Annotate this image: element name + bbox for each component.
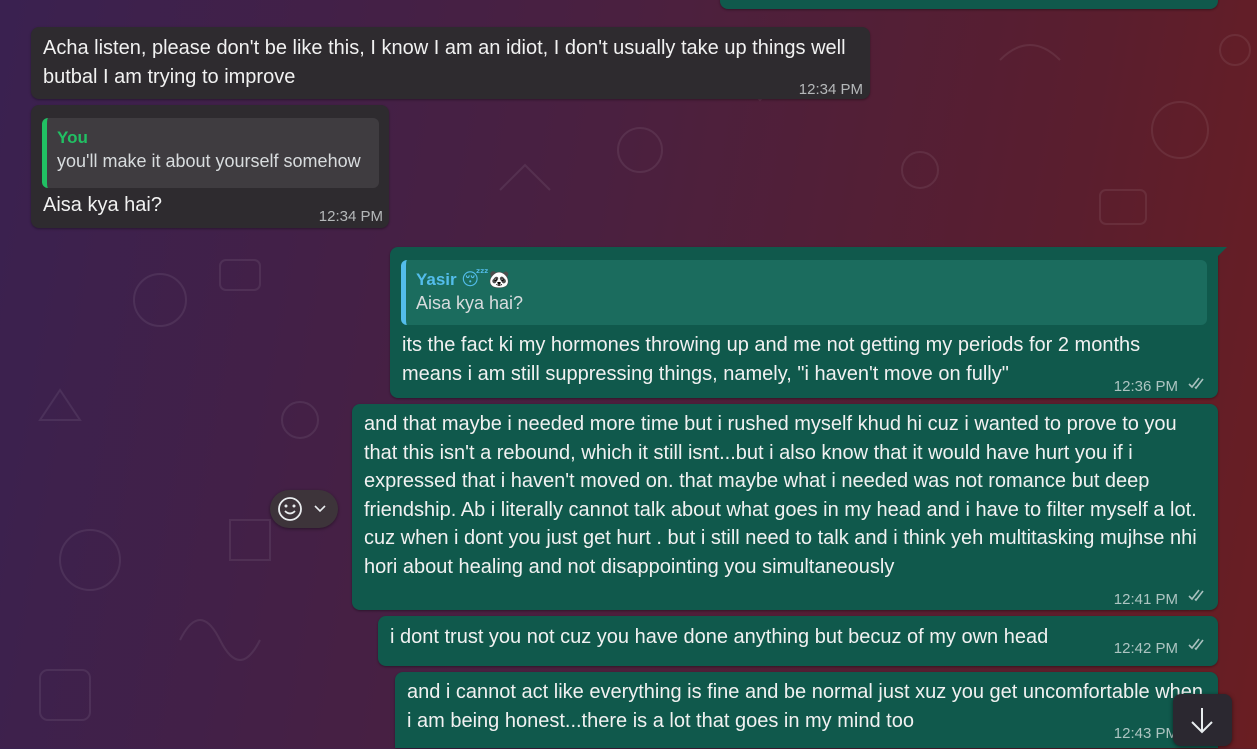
message-text: and that maybe i needed more time but i … xyxy=(364,413,1197,578)
message-time: 12:36 PM xyxy=(1113,378,1178,395)
message-bubble[interactable]: and that maybe i needed more time but i … xyxy=(352,404,1218,610)
message-text: i dont trust you not cuz you have done a… xyxy=(390,626,1049,648)
quoted-message[interactable]: You you'll make it about yourself someho… xyxy=(42,118,379,188)
scroll-to-bottom-button[interactable] xyxy=(1173,694,1232,746)
quoted-message[interactable]: Yasir 😴🐼 Aisa kya hai? xyxy=(401,260,1207,325)
message-bubble[interactable]: i dont trust you not cuz you have done a… xyxy=(378,616,1218,666)
message-time: 12:43 PM xyxy=(1113,725,1178,742)
double-check-icon xyxy=(1188,589,1204,602)
message-time: 12:42 PM xyxy=(1113,640,1178,657)
quote-text: you'll make it about yourself somehow xyxy=(57,151,361,171)
message-text: Aisa kya hai? xyxy=(43,194,162,216)
message-bubble[interactable]: and i cannot act like everything is fine… xyxy=(395,672,1218,748)
quote-text: Aisa kya hai? xyxy=(416,293,524,313)
message-text: and i cannot act like everything is fine… xyxy=(407,681,1204,732)
message-bubble[interactable]: You you'll make it about yourself someho… xyxy=(31,105,389,228)
message-bubble-partial[interactable] xyxy=(720,0,1218,9)
arrow-down-icon xyxy=(1191,708,1213,734)
message-bubble[interactable]: Acha listen, please don't be like this, … xyxy=(31,27,870,99)
message-time: 12:34 PM xyxy=(318,208,383,225)
smiley-icon[interactable] xyxy=(277,496,303,522)
message-time: 12:41 PM xyxy=(1113,591,1178,608)
message-bubble[interactable]: Yasir 😴🐼 Aisa kya hai? its the fact ki m… xyxy=(390,247,1227,398)
double-check-icon xyxy=(1188,638,1204,651)
double-check-icon xyxy=(1188,377,1204,390)
chevron-down-icon[interactable] xyxy=(313,504,327,514)
message-time: 12:34 PM xyxy=(798,81,863,98)
bubble-tail xyxy=(1217,247,1227,257)
message-text: its the fact ki my hormones throwing up … xyxy=(402,334,1141,385)
reaction-button[interactable] xyxy=(270,490,338,528)
message-text: Acha listen, please don't be like this, … xyxy=(43,37,846,88)
